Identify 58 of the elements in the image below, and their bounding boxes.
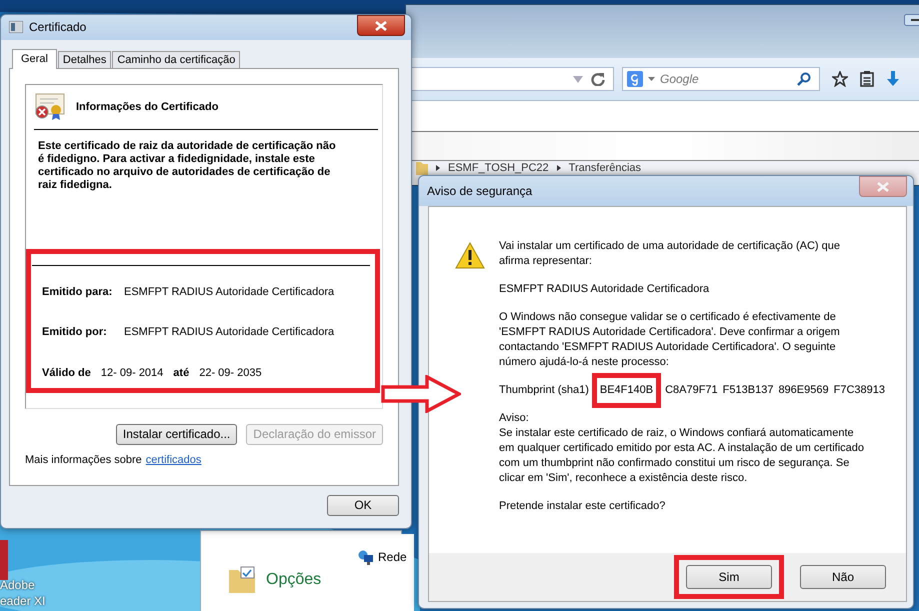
date-value: 12- 09- 2014 xyxy=(100,366,164,379)
dropdown-icon[interactable] xyxy=(573,76,583,82)
thumbprint-value: C8A79F71 xyxy=(664,383,719,398)
close-icon xyxy=(877,182,889,192)
certificate-message: Este certificado de raiz da autoridade de certificação não é fidedigno. Para activar a fidedignidade, instale este certificado no arquivo de autoridades de certificação de raiz fidedigna. xyxy=(38,140,337,192)
explanation-text: O Windows não consegue validar se o certificado é efectivamente de 'ESMFPT RADIUS Autoridade Certificadora'. Deve confirmar a origem contactando 'ESMFPT RADIUS Autoridade Certificadora'. O seguinte número ajudá-lo-á neste processo: xyxy=(499,310,841,370)
warning-text: Se instalar este certificado de raiz, o Windows confiará automaticamente em qualquer certificado emitido por esta AC. A instalação de um certificado com um thumbprint não confirmado constitui um risco de segurança. Se clicar em 'Sim', reconhece a existência deste risco. xyxy=(499,426,866,486)
thumbprint-value: BE4F140B xyxy=(592,373,662,408)
nav-item[interactable]: Rede xyxy=(378,550,407,564)
chevron-icon xyxy=(436,165,440,171)
close-icon xyxy=(375,20,387,30)
install-button[interactable]: Instalar certificado... xyxy=(116,424,238,445)
info-text: Mais informações sobre xyxy=(25,454,142,466)
field-label: Emitido por: xyxy=(42,326,108,338)
field-label: Válido de xyxy=(42,366,91,379)
field-value: ESMFPT RADIUS Autoridade Certificadora xyxy=(124,286,334,298)
thumbprint-value: F7C38913 xyxy=(832,383,886,398)
window-title: Aviso de segurança xyxy=(427,184,532,198)
folder-icon[interactable] xyxy=(416,161,428,175)
tab[interactable]: Caminho da certificação xyxy=(112,50,240,68)
clipboard-icon[interactable] xyxy=(860,71,874,87)
thumbprint-value: F513B137 xyxy=(722,383,774,398)
certificate-window-icon xyxy=(9,21,23,34)
dropdown-icon[interactable] xyxy=(648,77,655,81)
field-label: até xyxy=(173,366,190,379)
warning-title: Aviso: xyxy=(499,411,530,426)
certificate-heading: Informações do Certificado xyxy=(76,100,218,113)
search-icon[interactable] xyxy=(797,72,811,86)
tab[interactable]: Detalhes xyxy=(58,50,112,68)
close-button[interactable] xyxy=(357,15,405,36)
question-text: Pretende instalar este certificado? xyxy=(499,499,666,514)
network-icon[interactable] xyxy=(358,550,374,566)
thumbprint-label: Thumbprint (sha1) xyxy=(499,383,589,398)
certificate-error-icon xyxy=(34,92,66,121)
star-icon[interactable] xyxy=(832,71,848,87)
intro-text: Vai instalar um certificado de uma autoridade de certificação (AC) que afirma representar: xyxy=(499,239,841,269)
warning-icon xyxy=(455,242,485,269)
download-icon[interactable] xyxy=(886,71,900,87)
date-value: 22- 09- 2035 xyxy=(199,366,262,379)
dialog-button[interactable]: Não xyxy=(800,565,886,589)
breadcrumb-item[interactable]: ESMF_TOSH_PC22 xyxy=(448,161,549,175)
chevron-icon xyxy=(556,165,561,171)
search-placeholder: Google xyxy=(660,72,699,86)
authority-name: ESMFPT RADIUS Autoridade Certificadora xyxy=(499,282,710,297)
search-engine-icon[interactable] xyxy=(627,71,643,87)
folder-icon[interactable] xyxy=(228,566,256,594)
dialog-button[interactable]: Sim xyxy=(686,565,772,589)
option-link[interactable]: Opções xyxy=(266,571,322,589)
thumbprint-value: 896E9569 xyxy=(777,383,830,398)
certificates-link[interactable]: certificados xyxy=(146,454,202,466)
reload-icon[interactable] xyxy=(591,72,605,86)
field-label: Emitido para: xyxy=(42,286,114,298)
search-field[interactable]: Google xyxy=(622,67,820,91)
tab[interactable]: Geral xyxy=(12,48,57,69)
ok-button[interactable]: OK xyxy=(327,494,399,516)
field-value: ESMFPT RADIUS Autoridade Certificadora xyxy=(124,326,334,338)
breadcrumb-item[interactable]: Transferências xyxy=(568,161,642,175)
window-title: Certificado xyxy=(29,20,86,34)
